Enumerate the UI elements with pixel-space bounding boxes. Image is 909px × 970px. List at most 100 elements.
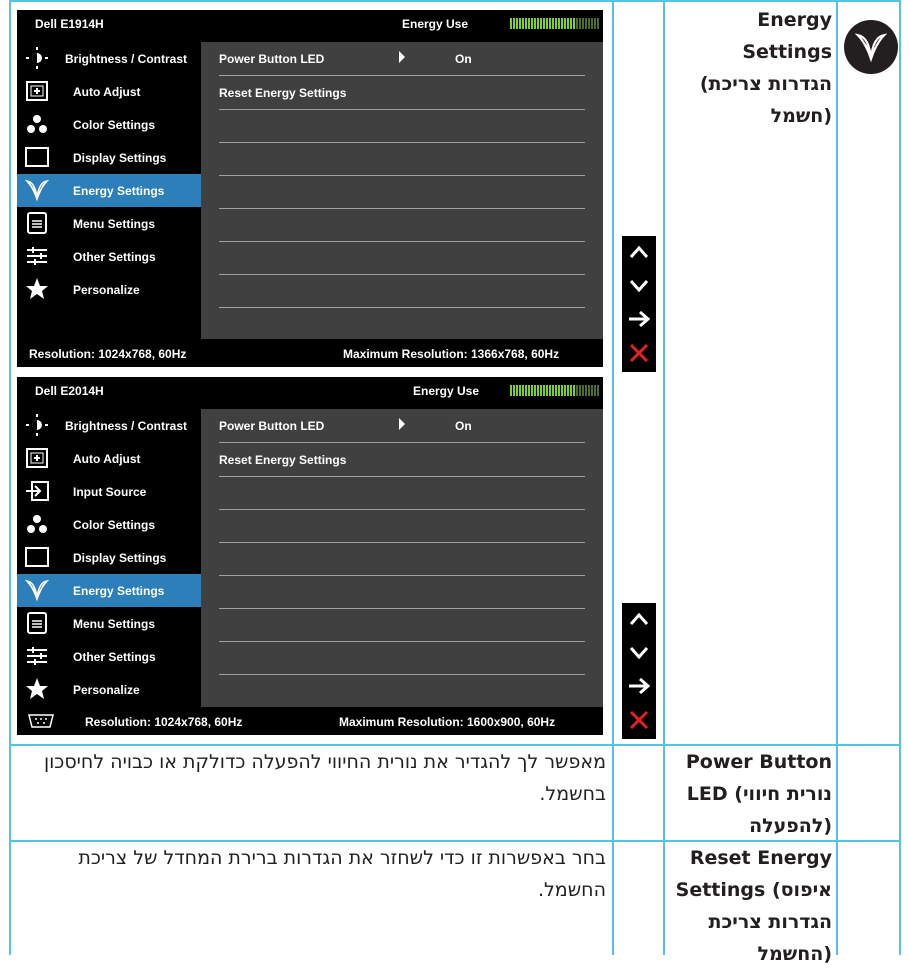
energy-meter-segment [531,18,533,29]
menu-item-energy-settings[interactable]: Energy Settings [17,174,201,207]
divider [219,307,585,308]
menu-item-personalize[interactable]: Personalize [17,273,201,306]
osd-options-panel: Power Button LED On Reset Energy Setting… [201,42,603,339]
menu-item-display-settings[interactable]: Display Settings [17,141,201,174]
right-arrow-icon [628,310,651,331]
energy-meter-segment [579,385,581,396]
menu-item-brightness-contrast[interactable]: Brightness / Contrast [17,42,201,75]
divider [219,476,585,477]
energy-meter-segment [537,18,539,29]
menu-item-other-settings[interactable]: Other Settings [17,240,201,273]
menu-item-menu-settings[interactable]: Menu Settings [17,207,201,240]
option-power-button-led[interactable]: Power Button LED On [219,42,585,75]
divider [219,542,585,543]
close-button[interactable] [622,705,656,739]
row-title-line: הגדרות צריכת [708,911,832,933]
vga-connector-icon [27,714,55,731]
close-x-icon [629,710,649,734]
menu-item-label: Auto Adjust [73,452,141,466]
divider [219,641,585,642]
energy-meter-segment [531,385,533,396]
right-arrow-icon [628,677,651,698]
auto-adjust-icon [25,79,49,103]
energy-meter-segment [558,18,560,29]
energy-meter-segment [522,385,524,396]
energy-meter-segment [534,18,536,29]
divider [219,142,585,143]
osd-panel-e1914h: Dell E1914H Energy Use Brightness / Cont… [17,10,603,367]
color-settings-icon [25,112,49,136]
current-resolution: Resolution: 1024x768, 60Hz [29,347,187,361]
option-reset-energy-settings[interactable]: Reset Energy Settings [219,76,585,109]
menu-item-label: Other Settings [73,250,156,264]
brightness-icon [25,413,49,437]
down-arrow-button[interactable] [622,270,656,304]
menu-item-energy-settings[interactable]: Energy Settings [17,574,201,607]
row-desc-power-button-led: מאפשר לך להגדיר את נורית החיווי להפעלה כ… [16,746,606,810]
row-title-reset-energy-settings: Reset Energy Settings (איפוס הגדרות צריכ… [668,842,832,970]
menu-item-color-settings[interactable]: Color Settings [17,108,201,141]
energy-meter-segment [513,385,515,396]
display-settings-icon [25,545,49,569]
energy-meter-segment [564,18,566,29]
menu-item-label: Energy Settings [73,184,165,198]
energy-meter-segment [585,385,587,396]
energy-meter-segment [534,385,536,396]
energy-meter-segment [555,18,557,29]
energy-meter-segment [510,385,512,396]
menu-item-color-settings[interactable]: Color Settings [17,508,201,541]
osd-header: Dell E2014H Energy Use [17,377,603,404]
row-title-line: Power Button [685,751,832,773]
up-arrow-icon [629,244,649,263]
osd-footer: Resolution: 1024x768, 60Hz Maximum Resol… [17,339,603,367]
row-desc-line: בחשמל. [539,783,606,805]
energy-meter-segment [528,385,530,396]
menu-item-personalize[interactable]: Personalize [17,673,201,706]
close-button[interactable] [622,338,656,372]
up-arrow-button[interactable] [622,236,656,270]
menu-item-label: Menu Settings [73,217,156,231]
energy-meter-segment [561,385,563,396]
energy-meter-segment [513,18,515,29]
energy-meter-segment [543,385,545,396]
menu-item-other-settings[interactable]: Other Settings [17,640,201,673]
energy-meter-segment [543,18,545,29]
energy-meter-segment [552,385,554,396]
osd-options-panel: Power Button LED On Reset Energy Setting… [201,409,603,707]
option-power-button-led[interactable]: Power Button LED On [219,409,585,442]
menu-item-label: Energy Settings [73,584,165,598]
color-settings-icon [25,512,49,536]
menu-item-label: Brightness / Contrast [65,419,188,433]
energy-meter-segment [525,18,527,29]
menu-item-label: Brightness / Contrast [65,52,188,66]
divider [219,674,585,675]
submenu-arrow-icon [399,418,405,430]
right-arrow-button[interactable] [622,671,656,705]
input-source-icon [25,479,49,503]
energy-leaf-icon [844,20,898,74]
row-title-line: להפעלה) [749,815,832,837]
energy-meter-segment [510,18,512,29]
menu-item-input-source[interactable]: Input Source [17,475,201,508]
menu-item-brightness-contrast[interactable]: Brightness / Contrast [17,409,201,442]
option-reset-energy-settings[interactable]: Reset Energy Settings [219,443,585,476]
divider [219,175,585,176]
osd-model-name: Dell E2014H [35,384,104,398]
divider [219,109,585,110]
energy-meter-segment [525,385,527,396]
energy-meter-segment [519,18,521,29]
energy-meter-segment [567,18,569,29]
right-arrow-button[interactable] [622,304,656,338]
option-label: Reset Energy Settings [219,453,347,467]
menu-item-label: Personalize [73,683,140,697]
menu-item-label: Auto Adjust [73,85,141,99]
maximum-resolution: Maximum Resolution: 1366x768, 60Hz [343,347,560,361]
menu-item-label: Input Source [73,485,147,499]
menu-item-display-settings[interactable]: Display Settings [17,541,201,574]
menu-item-menu-settings[interactable]: Menu Settings [17,607,201,640]
energy-meter-segment [564,385,566,396]
menu-item-auto-adjust[interactable]: Auto Adjust [17,442,201,475]
menu-item-auto-adjust[interactable]: Auto Adjust [17,75,201,108]
down-arrow-button[interactable] [622,637,656,671]
up-arrow-button[interactable] [622,603,656,637]
